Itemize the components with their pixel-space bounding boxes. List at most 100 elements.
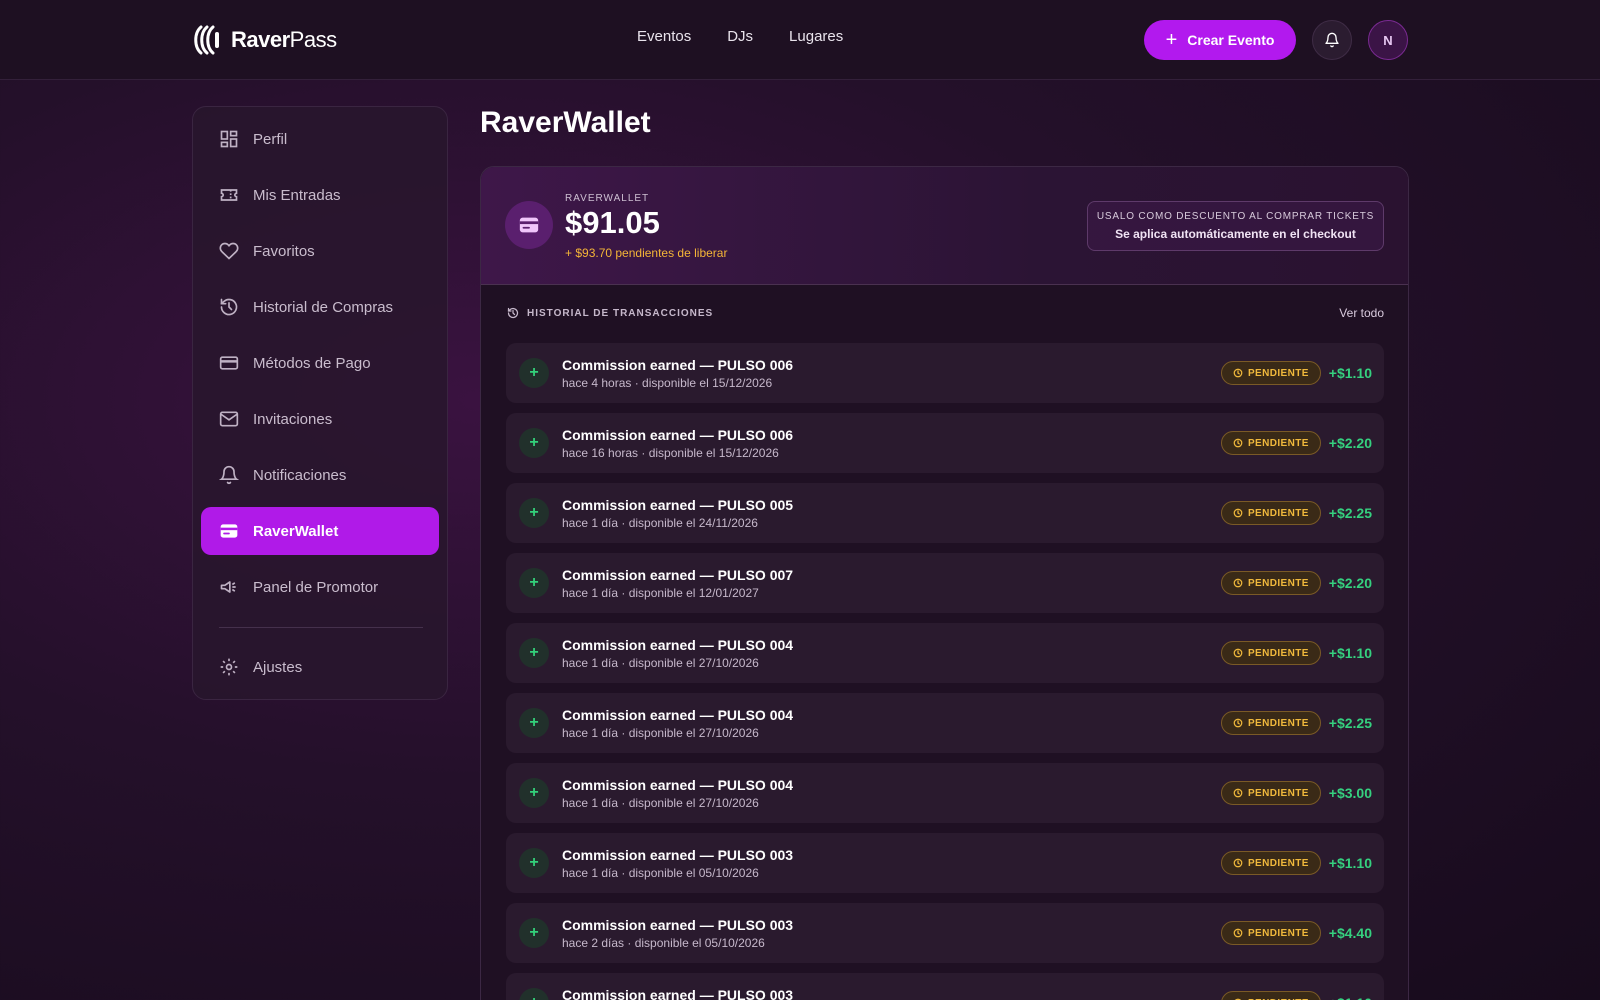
- transaction-amount: +$1.10: [1328, 365, 1372, 381]
- transaction-meta: PENDIENTE +$1.10: [1220, 361, 1372, 385]
- clock-icon: [1233, 508, 1243, 518]
- clock-icon: [1233, 928, 1243, 938]
- transaction-subtitle: hace 1 día · disponible el 12/01/2027: [562, 586, 759, 600]
- wallet-icon: [220, 524, 238, 538]
- nav-eventos[interactable]: Eventos: [637, 28, 691, 45]
- plus-icon: +: [519, 498, 549, 528]
- transaction-row[interactable]: + Commission earned — PULSO 006 hace 4 hor…: [506, 343, 1384, 403]
- sidebar-item-favoritos[interactable]: Favoritos: [201, 227, 439, 275]
- transaction-meta: PENDIENTE +$1.10: [1220, 851, 1372, 875]
- transaction-row[interactable]: + Commission earned — PULSO 005 hace 1 día…: [506, 483, 1384, 543]
- status-badge: PENDIENTE: [1220, 361, 1321, 385]
- sidebar-item-label: Mis Entradas: [253, 186, 341, 204]
- main-nav: Eventos DJs Lugares: [637, 28, 843, 45]
- sidebar-item-mis-entradas[interactable]: Mis Entradas: [201, 171, 439, 219]
- sidebar-item-invitaciones[interactable]: Invitaciones: [201, 395, 439, 443]
- transaction-row[interactable]: + Commission earned — PULSO 004 hace 1 día…: [506, 763, 1384, 823]
- sidebar-item-ajustes[interactable]: Ajustes: [201, 643, 439, 691]
- see-all-link[interactable]: Ver todo: [1339, 306, 1384, 320]
- transactions-title: HISTORIAL DE TRANSACCIONES: [527, 307, 714, 319]
- plus-icon: +: [519, 988, 549, 1000]
- clock-icon: [1233, 438, 1243, 448]
- transaction-subtitle: hace 1 día · disponible el 27/10/2026: [562, 656, 759, 670]
- status-label: PENDIENTE: [1247, 927, 1309, 939]
- status-badge: PENDIENTE: [1220, 501, 1321, 525]
- transaction-meta: PENDIENTE +$2.25: [1220, 501, 1372, 525]
- sidebar-item-label: Historial de Compras: [253, 298, 394, 316]
- create-event-label: Crear Evento: [1187, 32, 1275, 48]
- ticket-icon: [220, 189, 238, 201]
- status-badge: PENDIENTE: [1220, 641, 1321, 665]
- sidebar-item-notificaciones[interactable]: Notificaciones: [201, 451, 439, 499]
- raverpass-logo[interactable]: RaverPass: [193, 22, 337, 58]
- status-label: PENDIENTE: [1247, 647, 1309, 659]
- sidebar-item-label: Métodos de Pago: [253, 354, 371, 372]
- transaction-row[interactable]: + Commission earned — PULSO 003 hace 1 día…: [506, 833, 1384, 893]
- transaction-row[interactable]: + Commission earned — PULSO 004 hace 1 día…: [506, 693, 1384, 753]
- transaction-amount: +$2.25: [1328, 715, 1372, 731]
- status-badge: PENDIENTE: [1220, 851, 1321, 875]
- plus-icon: +: [519, 568, 549, 598]
- transaction-row[interactable]: + Commission earned — PULSO 006 hace 16 ho…: [506, 413, 1384, 473]
- sidebar-item-label: Notificaciones: [253, 466, 347, 484]
- wallet-pending-amount: + $93.70 pendientes de liberar: [565, 246, 728, 260]
- transaction-amount: +$2.20: [1328, 435, 1372, 451]
- clock-icon: [1233, 578, 1243, 588]
- transaction-row[interactable]: + Commission earned — PULSO 003 hace 2 día…: [506, 903, 1384, 963]
- clock-icon: [1233, 718, 1243, 728]
- transaction-amount: +$2.25: [1328, 505, 1372, 521]
- bell-icon: [219, 465, 239, 485]
- plus-icon: +: [519, 358, 549, 388]
- megaphone-icon: [220, 581, 236, 593]
- top-navbar: RaverPass Eventos DJs Lugares + Crear Ev…: [0, 0, 1600, 80]
- status-label: PENDIENTE: [1247, 787, 1309, 799]
- user-avatar[interactable]: N: [1368, 20, 1408, 60]
- plus-icon: +: [519, 918, 549, 948]
- nav-djs[interactable]: DJs: [727, 28, 753, 45]
- nav-lugares[interactable]: Lugares: [789, 28, 843, 45]
- transaction-subtitle: hace 1 día · disponible el 05/10/2026: [562, 866, 759, 880]
- plus-icon: +: [519, 708, 549, 738]
- transaction-amount: +$3.00: [1328, 785, 1372, 801]
- transaction-meta: PENDIENTE +$2.20: [1220, 431, 1372, 455]
- clock-icon: [1233, 648, 1243, 658]
- discount-info-title: USALO COMO DESCUENTO AL COMPRAR TICKETS: [1096, 211, 1375, 222]
- sidebar-item-historial[interactable]: Historial de Compras: [201, 283, 439, 331]
- credit-card-icon: [219, 356, 239, 370]
- sidebar-item-panel-promotor[interactable]: Panel de Promotor: [201, 563, 439, 611]
- transaction-row[interactable]: + Commission earned — PULSO 003 PENDIENTE +…: [506, 973, 1384, 1000]
- plus-icon: +: [519, 428, 549, 458]
- clock-icon: [1233, 858, 1243, 868]
- transaction-amount: +$1.10: [1328, 645, 1372, 661]
- transaction-meta: PENDIENTE +$3.00: [1220, 781, 1372, 805]
- sidebar-item-perfil[interactable]: Perfil: [201, 115, 439, 163]
- transaction-meta: PENDIENTE +$4.40: [1220, 921, 1372, 945]
- wallet-balance: $91.05: [565, 205, 660, 240]
- transaction-title: Commission earned — PULSO 007: [562, 567, 794, 583]
- sidebar-item-raverwallet[interactable]: RaverWallet: [201, 507, 439, 555]
- sidebar-item-label: Panel de Promotor: [253, 578, 379, 596]
- status-badge: PENDIENTE: [1220, 431, 1321, 455]
- dashboard-icon: [220, 130, 238, 148]
- transactions-header: HISTORIAL DE TRANSACCIONES: [507, 307, 713, 319]
- transaction-meta: PENDIENTE +$2.25: [1220, 711, 1372, 735]
- wallet-icon: [505, 201, 553, 249]
- notifications-button[interactable]: [1312, 20, 1352, 60]
- plus-icon: +: [519, 848, 549, 878]
- history-icon: [220, 298, 238, 316]
- status-label: PENDIENTE: [1247, 857, 1309, 869]
- sidebar-item-metodos-pago[interactable]: Métodos de Pago: [201, 339, 439, 387]
- transaction-meta: PENDIENTE +$1.10: [1220, 641, 1372, 665]
- status-label: PENDIENTE: [1247, 437, 1309, 449]
- transaction-row[interactable]: + Commission earned — PULSO 004 hace 1 día…: [506, 623, 1384, 683]
- transaction-row[interactable]: + Commission earned — PULSO 007 hace 1 día…: [506, 553, 1384, 613]
- discount-info-text: Se aplica automáticamente en el checkout: [1115, 227, 1356, 241]
- transaction-title: Commission earned — PULSO 004: [562, 637, 794, 653]
- status-badge: PENDIENTE: [1220, 921, 1321, 945]
- sidebar-item-label: Ajustes: [253, 658, 303, 676]
- sidebar-item-label: RaverWallet: [253, 522, 339, 540]
- transaction-subtitle: hace 4 horas · disponible el 15/12/2026: [562, 376, 773, 390]
- plus-icon: +: [519, 778, 549, 808]
- create-event-button[interactable]: + Crear Evento: [1144, 20, 1296, 60]
- status-badge: PENDIENTE: [1220, 571, 1321, 595]
